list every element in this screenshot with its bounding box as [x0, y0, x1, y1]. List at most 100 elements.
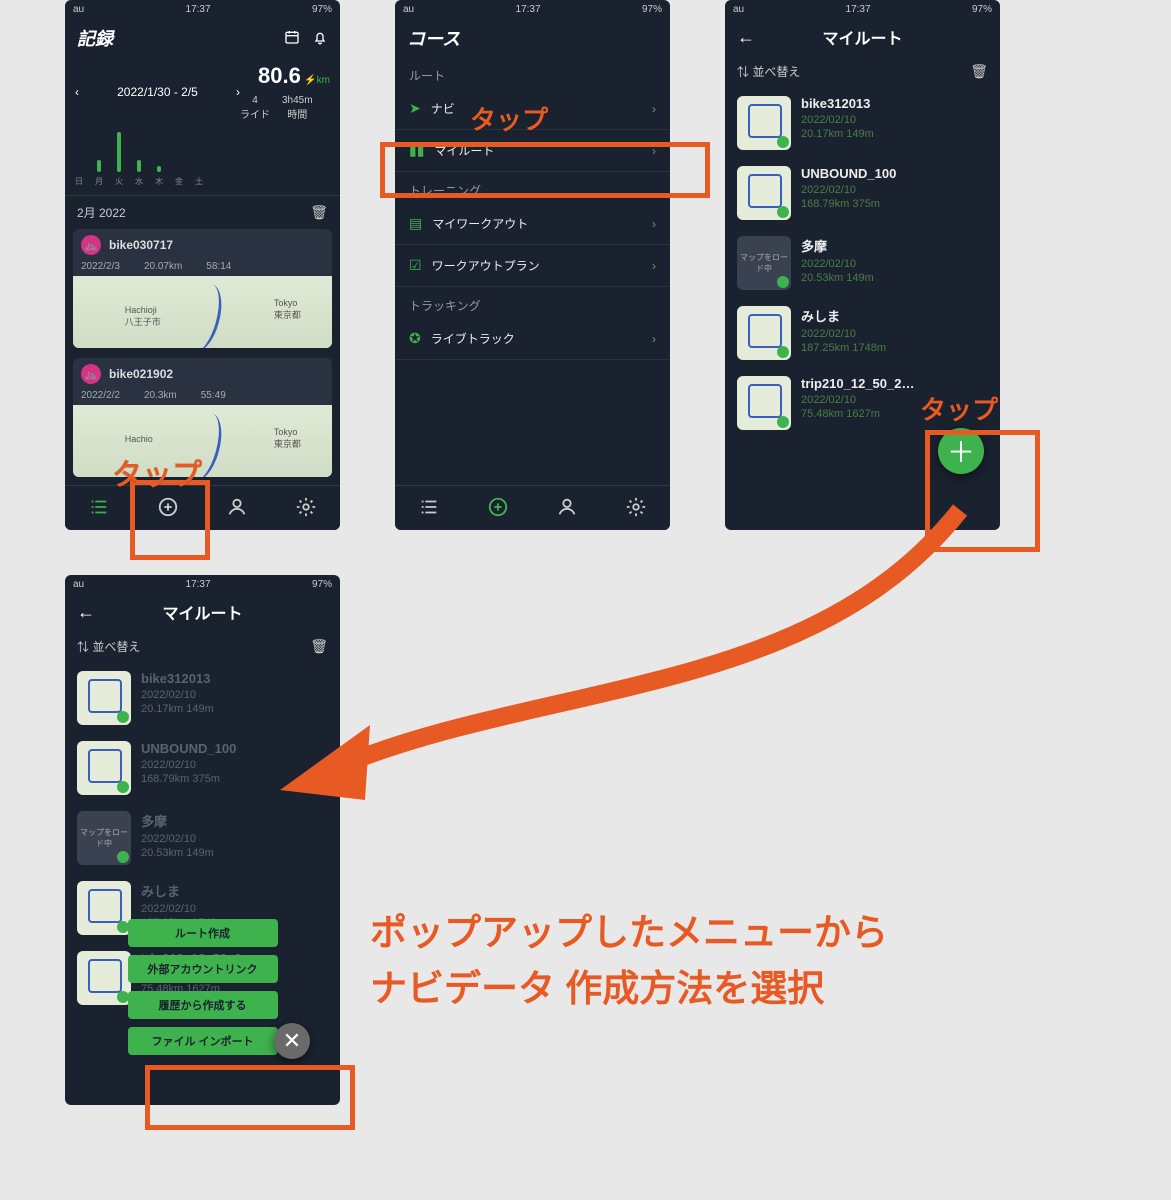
sort-button[interactable]: ⇅ 並べ替え — [737, 63, 800, 80]
section-training: トレーニング — [395, 172, 670, 203]
status-bar: au 17:37 97% — [65, 0, 340, 19]
route-item[interactable]: マップをロード中多摩 2022/02/10 20.53km 149m — [725, 228, 1000, 298]
section-route: ルート — [395, 57, 670, 88]
route-date: 2022/02/10 — [141, 833, 214, 845]
popup-ext-account[interactable]: 外部アカウントリンク — [128, 955, 278, 983]
route-distance: 20.17km 149m — [801, 128, 874, 140]
chevron-right-icon: › — [652, 332, 656, 346]
month-label: 2月 2022 — [77, 204, 126, 221]
route-item[interactable]: マップをロード中多摩 2022/02/10 20.53km 149m — [65, 803, 340, 873]
route-item[interactable]: bike312013 2022/02/10 20.17km 149m — [725, 88, 1000, 158]
header: ← マイルート — [725, 19, 1000, 55]
route-name: UNBOUND_100 — [141, 741, 236, 756]
route-date: 2022/02/10 — [801, 114, 874, 126]
route-distance: 20.53km 149m — [141, 847, 214, 859]
trash-icon[interactable] — [310, 204, 328, 221]
route-distance: 75.48km 1627m — [801, 408, 914, 420]
menu-row-myworkout[interactable]: ▤マイワークアウト › — [395, 203, 670, 245]
route-thumb — [77, 741, 131, 795]
time-label: 時間 — [282, 106, 313, 121]
route-name: bike312013 — [141, 671, 214, 686]
route-distance: 168.79km 375m — [801, 198, 896, 210]
screen-myroute: au 17:37 97% ← マイルート ⇅ 並べ替え bike312013 2… — [725, 0, 1000, 530]
annotation-tap-1: タップ — [112, 450, 202, 494]
ride-km: 20.07km — [144, 261, 182, 272]
time-value: 3h45m — [282, 95, 313, 106]
route-name: trip210_12_50_2… — [801, 376, 914, 391]
route-thumb — [77, 951, 131, 1005]
route-date: 2022/02/10 — [141, 903, 226, 915]
ride-date: 2022/2/3 — [81, 261, 120, 272]
route-thumb — [737, 166, 791, 220]
route-name: UNBOUND_100 — [801, 166, 896, 181]
week-range[interactable]: 2022/1/30 - 2/5 — [79, 85, 236, 99]
ride-name: bike030717 — [109, 238, 173, 252]
nav-profile-icon[interactable] — [226, 496, 248, 521]
clock: 17:37 — [186, 4, 211, 15]
calendar-icon[interactable] — [284, 29, 300, 48]
header-actions — [284, 29, 328, 48]
chevron-right-icon: › — [652, 217, 656, 231]
navi-icon: ➤ — [409, 100, 421, 117]
sort-bar: ⇅ 並べ替え — [725, 55, 1000, 88]
header: コース — [395, 19, 670, 57]
route-item[interactable]: UNBOUND_100 2022/02/10 168.79km 375m — [725, 158, 1000, 228]
ride-date: 2022/2/2 — [81, 390, 120, 401]
route-item[interactable]: みしま 2022/02/10 187.25km 1748m — [725, 298, 1000, 368]
back-icon[interactable]: ← — [77, 602, 95, 623]
week-selector: ‹ 2022/1/30 - 2/5 › 80.6 ⚡km 4ライド 3h45m時… — [65, 57, 340, 127]
chevron-right-icon: › — [652, 259, 656, 273]
carrier: au — [73, 4, 84, 15]
ride-name: bike021902 — [109, 367, 173, 381]
total-distance: 80.6 ⚡km 4ライド 3h45m時間 — [240, 63, 330, 121]
menu-row-workoutplan[interactable]: ☑ワークアウトプラン › — [395, 245, 670, 287]
popup-file-import[interactable]: ファイル インポート — [128, 1027, 278, 1055]
route-distance: 20.17km 149m — [141, 703, 214, 715]
route-date: 2022/02/10 — [801, 184, 896, 196]
route-date: 2022/02/10 — [801, 394, 914, 406]
route-thumb — [737, 376, 791, 430]
workout-icon: ▤ — [409, 215, 422, 232]
page-title: コース — [407, 25, 460, 51]
popup-from-history[interactable]: 履歴から作成する — [128, 991, 278, 1019]
trash-icon[interactable] — [970, 63, 988, 80]
nav-list-icon[interactable] — [88, 496, 110, 521]
route-date: 2022/02/10 — [801, 328, 886, 340]
route-date: 2022/02/10 — [141, 689, 214, 701]
bar-chart: 日 月 火 水 木 金 土 — [65, 127, 340, 196]
distance-value: 80.6 — [258, 63, 301, 88]
create-route-popup: ルート作成 外部アカウントリンク 履歴から作成する ファイル インポート — [128, 919, 278, 1055]
nav-add-icon[interactable] — [157, 496, 179, 521]
route-thumb — [77, 881, 131, 935]
annotation-tap-2: タップ — [470, 100, 548, 137]
chevron-right-icon: › — [652, 144, 656, 158]
bell-icon[interactable] — [312, 29, 328, 48]
menu-row-livetrack[interactable]: ✪ライブトラック › — [395, 318, 670, 360]
annotation-tap-3: タップ — [920, 390, 998, 427]
road-icon: ▮▮ — [409, 142, 424, 159]
chevron-right-icon: › — [652, 102, 656, 116]
fab-add-button[interactable]: ＋ — [938, 428, 984, 474]
bike-icon: 🚲 — [81, 235, 101, 255]
ride-card[interactable]: 🚲 bike030717 2022/2/3 20.07km 58:14 Hach… — [73, 229, 332, 348]
route-thumb — [737, 306, 791, 360]
livetrack-icon: ✪ — [409, 330, 421, 347]
header: 記録 — [65, 19, 340, 57]
route-date: 2022/02/10 — [801, 258, 874, 270]
ride-duration: 55:49 — [201, 390, 226, 401]
ride-duration: 58:14 — [206, 261, 231, 272]
route-distance: 187.25km 1748m — [801, 342, 886, 354]
battery: 97% — [312, 4, 332, 15]
sort-button[interactable]: ⇅ 並べ替え — [77, 638, 140, 655]
page-title: マイルート — [755, 25, 970, 49]
route-distance: 20.53km 149m — [801, 272, 874, 284]
rides-count: 4 — [240, 95, 270, 106]
fab-close-button[interactable]: ✕ — [274, 1023, 310, 1059]
back-icon[interactable]: ← — [737, 27, 755, 48]
route-thumb: マップをロード中 — [737, 236, 791, 290]
route-name: みしま — [141, 881, 226, 900]
status-bar: au 17:37 97% — [725, 0, 1000, 19]
section-tracking: トラッキング — [395, 287, 670, 318]
route-name: 多摩 — [801, 236, 874, 255]
popup-create-route[interactable]: ルート作成 — [128, 919, 278, 947]
